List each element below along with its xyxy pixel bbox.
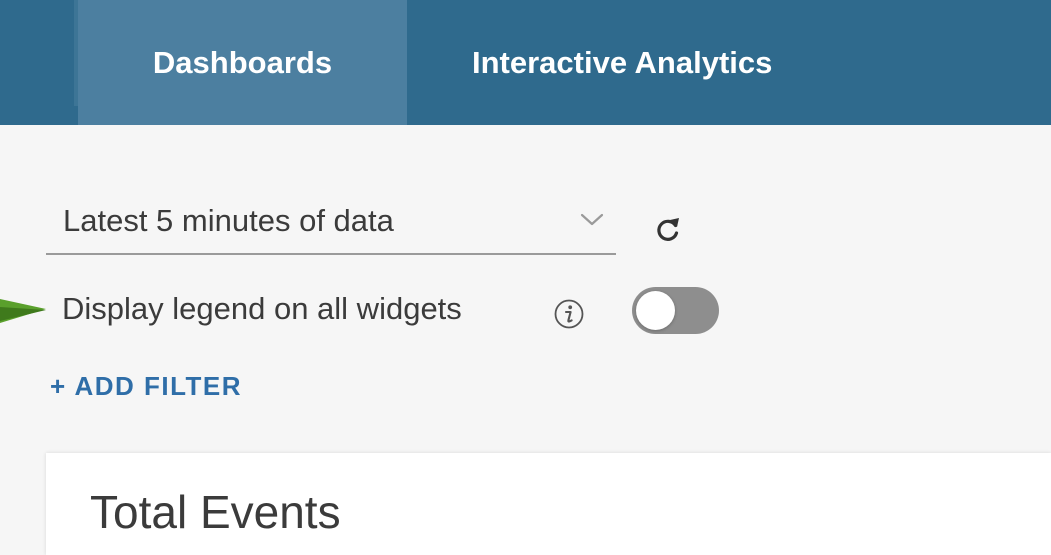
tab-interactive-analytics[interactable]: Interactive Analytics — [440, 0, 840, 125]
chevron-down-icon — [580, 213, 604, 226]
info-icon[interactable] — [553, 298, 585, 330]
tab-dashboards[interactable]: Dashboards — [78, 0, 407, 125]
legend-toggle-label: Display legend on all widgets — [62, 291, 462, 326]
tab-interactive-analytics-label: Interactive Analytics — [472, 44, 773, 80]
add-filter-button[interactable]: + ADD FILTER — [50, 371, 242, 402]
widget-title: Total Events — [90, 486, 341, 538]
tab-dashboards-label: Dashboards — [152, 44, 333, 80]
legend-toggle-switch[interactable] — [632, 287, 719, 334]
refresh-icon[interactable] — [652, 211, 686, 245]
total-events-widget: Total Events — [46, 453, 1051, 555]
time-range-select[interactable]: Latest 5 minutes of data — [46, 195, 616, 255]
time-range-value: Latest 5 minutes of data — [63, 203, 394, 238]
annotation-arrow — [0, 299, 46, 323]
toggle-knob — [636, 291, 675, 330]
top-navigation-bar: Dashboards Interactive Analytics — [0, 0, 1051, 125]
